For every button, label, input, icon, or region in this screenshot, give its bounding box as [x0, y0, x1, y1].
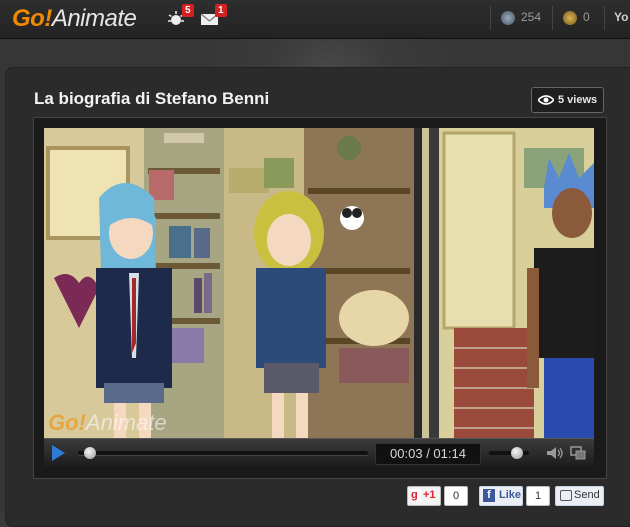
facebook-send-button[interactable]: Send [555, 486, 604, 506]
alerts-button[interactable]: 5 [168, 4, 196, 30]
watermark-go-text: Go! [48, 410, 86, 435]
logo-go-text: Go! [12, 5, 52, 32]
user-menu[interactable]: Yo [614, 10, 628, 24]
video-title: La biografia di Stefano Benni [34, 89, 270, 108]
logo-animate-text: Animate [51, 5, 137, 32]
google-g-icon: g [411, 489, 421, 501]
facebook-like-button[interactable]: f Like [479, 486, 523, 506]
progress-handle[interactable] [83, 447, 96, 459]
volume-handle[interactable] [511, 447, 523, 459]
animation-scene [44, 128, 594, 438]
facebook-f-icon: f [483, 489, 495, 502]
gold-coin-icon [563, 10, 577, 25]
player-controls: 00:03 / 01:14 [44, 438, 594, 467]
speaker-icon[interactable] [546, 446, 564, 460]
gplus-count: 0 [444, 486, 468, 506]
fullscreen-icon[interactable] [570, 446, 586, 460]
divider [490, 6, 491, 30]
alerts-badge: 5 [182, 4, 194, 17]
top-navigation-bar: Go!Animate 5 1 254 0 Yo [0, 0, 630, 39]
globe-coin-icon [501, 10, 515, 25]
play-icon[interactable] [52, 445, 65, 461]
watermark-animate-text: Animate [85, 410, 167, 435]
send-icon [560, 490, 572, 501]
google-plus-one-button[interactable]: g +1 [407, 486, 441, 506]
gold-credits-count: 0 [583, 10, 590, 24]
fb-like-label: Like [499, 489, 522, 501]
divider [604, 6, 605, 30]
blue-credits-count: 254 [521, 10, 542, 24]
send-label: Send [574, 489, 600, 501]
divider [552, 6, 553, 30]
eye-icon [538, 95, 554, 105]
gplus-label: +1 [423, 489, 436, 501]
goanimate-logo[interactable]: Go!Animate [12, 5, 137, 33]
blue-credits[interactable]: 254 [501, 10, 541, 25]
progress-track[interactable] [78, 447, 368, 459]
views-counter: 5 views [531, 87, 604, 113]
video-frame[interactable]: Go!Animate [44, 128, 594, 438]
messages-button[interactable]: 1 [201, 4, 229, 30]
goanimate-watermark: Go!Animate [48, 410, 167, 436]
views-count: 5 views [558, 94, 598, 106]
volume-track[interactable] [489, 447, 529, 459]
time-display: 00:03 / 01:14 [375, 443, 481, 465]
messages-badge: 1 [215, 4, 227, 17]
fb-like-count: 1 [526, 486, 550, 506]
gold-credits[interactable]: 0 [563, 10, 590, 25]
